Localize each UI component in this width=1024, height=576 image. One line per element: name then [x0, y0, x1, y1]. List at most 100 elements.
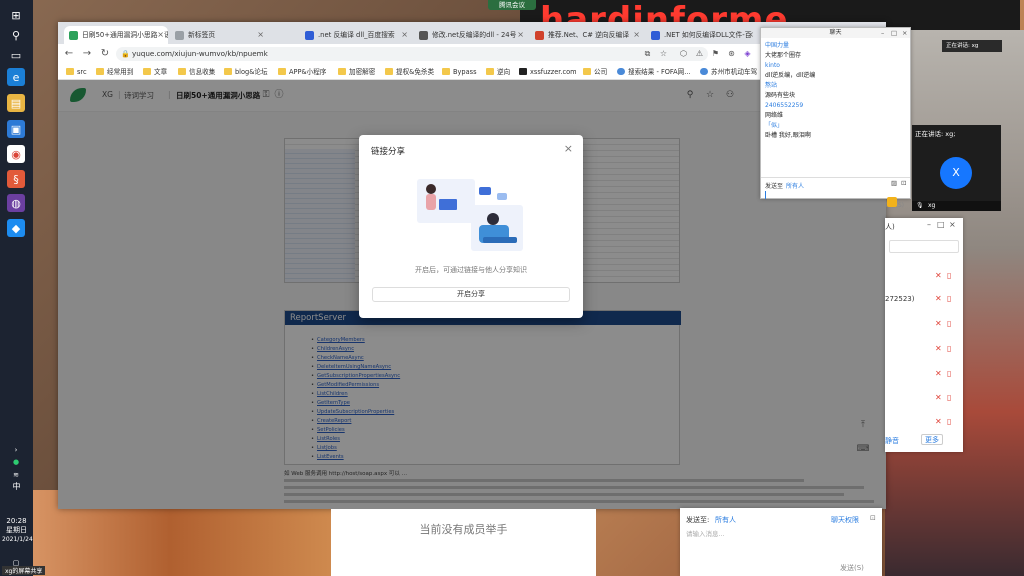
- chat-input[interactable]: [765, 191, 766, 199]
- member-row[interactable]: ✕ ▯: [885, 343, 963, 357]
- camera-off-icon[interactable]: ▯: [947, 319, 951, 328]
- close-tab-icon[interactable]: ×: [633, 26, 640, 44]
- close-tab-icon[interactable]: ×: [401, 26, 408, 44]
- mute-all-button[interactable]: 静音: [885, 436, 899, 446]
- close-tab-icon[interactable]: ×: [747, 26, 754, 44]
- enable-share-button[interactable]: 开启分享: [372, 287, 570, 302]
- mic-muted-icon[interactable]: ✕: [935, 344, 942, 353]
- close-icon[interactable]: ×: [564, 142, 573, 155]
- app-globe-icon[interactable]: ◍: [7, 194, 25, 212]
- close-tab-icon[interactable]: ×: [517, 26, 524, 44]
- camera-off-icon[interactable]: ▯: [947, 417, 951, 426]
- address-bar[interactable]: 🔒 yuque.com/xiujun-wumvo/kb/npuemk: [116, 47, 708, 61]
- edge-icon[interactable]: e: [7, 68, 25, 86]
- mic-muted-icon[interactable]: ✕: [935, 319, 942, 328]
- bookmark-item[interactable]: xssfuzzer.com: [519, 66, 577, 78]
- member-row[interactable]: ✕ ▯: [885, 368, 963, 382]
- bookmark-item[interactable]: blog&论坛: [224, 66, 268, 78]
- meeting-indicator[interactable]: 腾讯会议: [488, 0, 536, 10]
- tab-24hao[interactable]: 修改.net反编译的dll - 24号 ×: [414, 26, 528, 44]
- mic-muted-icon[interactable]: ✕: [935, 393, 942, 402]
- monitor-app-icon[interactable]: ▣: [7, 120, 25, 138]
- windows-start-icon[interactable]: ⊞: [7, 6, 25, 24]
- file-explorer-icon[interactable]: ▤: [7, 94, 25, 112]
- bookmark-item[interactable]: src: [66, 66, 87, 78]
- image-icon[interactable]: ▨: [891, 178, 897, 188]
- more-button[interactable]: 更多: [921, 434, 943, 445]
- bookmark-item[interactable]: 加密解密: [338, 66, 375, 78]
- dialog-hint: 开启后，可通过链接与他人分享知识: [415, 266, 527, 274]
- speaker-label: 正在讲话: xg;: [915, 130, 956, 138]
- bookmark-item[interactable]: 苏州市机动车驾: [700, 66, 757, 78]
- search-icon[interactable]: ⚲: [7, 26, 25, 44]
- chat-recipient-select[interactable]: 所有人: [786, 181, 804, 190]
- tencent-meeting-icon[interactable]: ◆: [7, 219, 25, 237]
- camera-off-icon[interactable]: ▯: [947, 344, 951, 353]
- ime-indicator[interactable]: 中: [2, 482, 31, 491]
- tab-csdn[interactable]: 推荐.Net、C# 逆向反编译 ×: [530, 26, 644, 44]
- member-row[interactable]: ✕ ▯: [885, 270, 963, 284]
- flag-extension-icon[interactable]: ⚑: [710, 48, 721, 59]
- mic-muted-icon[interactable]: ✕: [935, 294, 942, 303]
- mic-muted-icon[interactable]: ✕: [935, 369, 942, 378]
- member-row[interactable]: ✕ ▯: [885, 392, 963, 406]
- switch-extension-icon[interactable]: ◈: [742, 48, 753, 59]
- chrome-icon[interactable]: ◉: [7, 145, 25, 163]
- back-arrow-icon[interactable]: ←: [62, 47, 76, 61]
- tab-baidu[interactable]: .net 反编译 dll_百度搜索 ×: [300, 26, 412, 44]
- mic-muted-icon[interactable]: ✕: [935, 417, 942, 426]
- extension-icon[interactable]: ⬡: [678, 48, 689, 59]
- bookmark-item[interactable]: 信息收集: [178, 66, 215, 78]
- bookmark-item[interactable]: 公司: [583, 66, 607, 78]
- bookmark-item[interactable]: 逆向: [486, 66, 510, 78]
- close-icon[interactable]: ×: [949, 220, 956, 229]
- bookmark-star-icon[interactable]: ☆: [658, 48, 669, 59]
- forward-arrow-icon[interactable]: →: [80, 47, 94, 61]
- proxy-extension-icon[interactable]: ⊛: [726, 48, 737, 59]
- close-icon[interactable]: ×: [902, 28, 907, 38]
- minimize-icon[interactable]: –: [881, 28, 884, 38]
- camera-off-icon[interactable]: ▯: [947, 393, 951, 402]
- camera-off-icon[interactable]: ▯: [947, 294, 951, 303]
- open-external-icon[interactable]: ⧉: [642, 48, 653, 59]
- mic-muted-icon[interactable]: ✕: [935, 271, 942, 280]
- minimize-icon[interactable]: –: [927, 220, 931, 229]
- recipient-select[interactable]: 所有人: [715, 515, 736, 525]
- bookmark-item[interactable]: APP&小程序: [278, 66, 326, 78]
- task-view-icon[interactable]: ▭: [7, 46, 25, 64]
- share-illustration: [417, 179, 523, 251]
- member-search-input[interactable]: [889, 240, 959, 253]
- burp-icon[interactable]: §: [7, 170, 25, 188]
- members-title: 人): [885, 223, 895, 231]
- member-row[interactable]: 272523) ✕ ▯: [885, 293, 963, 307]
- chat-permission-button[interactable]: 聊天权限: [831, 515, 859, 525]
- member-row[interactable]: ✕ ▯: [885, 318, 963, 332]
- warning-extension-icon[interactable]: ⚠: [694, 48, 705, 59]
- member-row[interactable]: ✕ ▯: [885, 416, 963, 430]
- tab-new[interactable]: 新标签页 ×: [170, 26, 268, 44]
- bookmark-item[interactable]: Bypass: [442, 66, 477, 78]
- video-tile[interactable]: 正在讲话: xg; X 🎙 xg: [912, 125, 1001, 211]
- meeting-chat-input[interactable]: 请输入消息...: [686, 528, 725, 538]
- bookmark-item[interactable]: 提权&免杀类: [385, 66, 434, 78]
- chat-message: 源码有些块: [765, 92, 796, 99]
- reload-icon[interactable]: ↻: [98, 47, 112, 61]
- camera-off-icon[interactable]: ▯: [947, 369, 951, 378]
- clock-time[interactable]: 20:28: [2, 517, 31, 526]
- clear-icon[interactable]: ⊡: [901, 178, 906, 188]
- close-tab-icon[interactable]: ×: [157, 26, 164, 44]
- send-button[interactable]: 发送(S): [840, 563, 864, 573]
- maximize-icon[interactable]: □: [937, 220, 945, 229]
- close-tab-icon[interactable]: ×: [257, 26, 264, 44]
- maximize-icon[interactable]: □: [891, 28, 897, 38]
- bookmark-item[interactable]: 搜索结果 - FOFA网...: [617, 66, 691, 78]
- bookmark-item[interactable]: 经常用到: [96, 66, 133, 78]
- site-favicon-icon: [419, 31, 428, 40]
- download-icon[interactable]: [887, 197, 897, 207]
- camera-off-icon[interactable]: ▯: [947, 271, 951, 280]
- bookmark-item[interactable]: 文章: [143, 66, 167, 78]
- tab-yuque[interactable]: 日刷50+通用漏洞小思路 · 语 ×: [64, 26, 168, 44]
- tab-baidu-dotnet[interactable]: .NET 如何反编译DLL文件-百 ×: [646, 26, 758, 44]
- clear-icon[interactable]: ⊡: [870, 514, 876, 522]
- chat-sender: 中国力量: [765, 42, 790, 49]
